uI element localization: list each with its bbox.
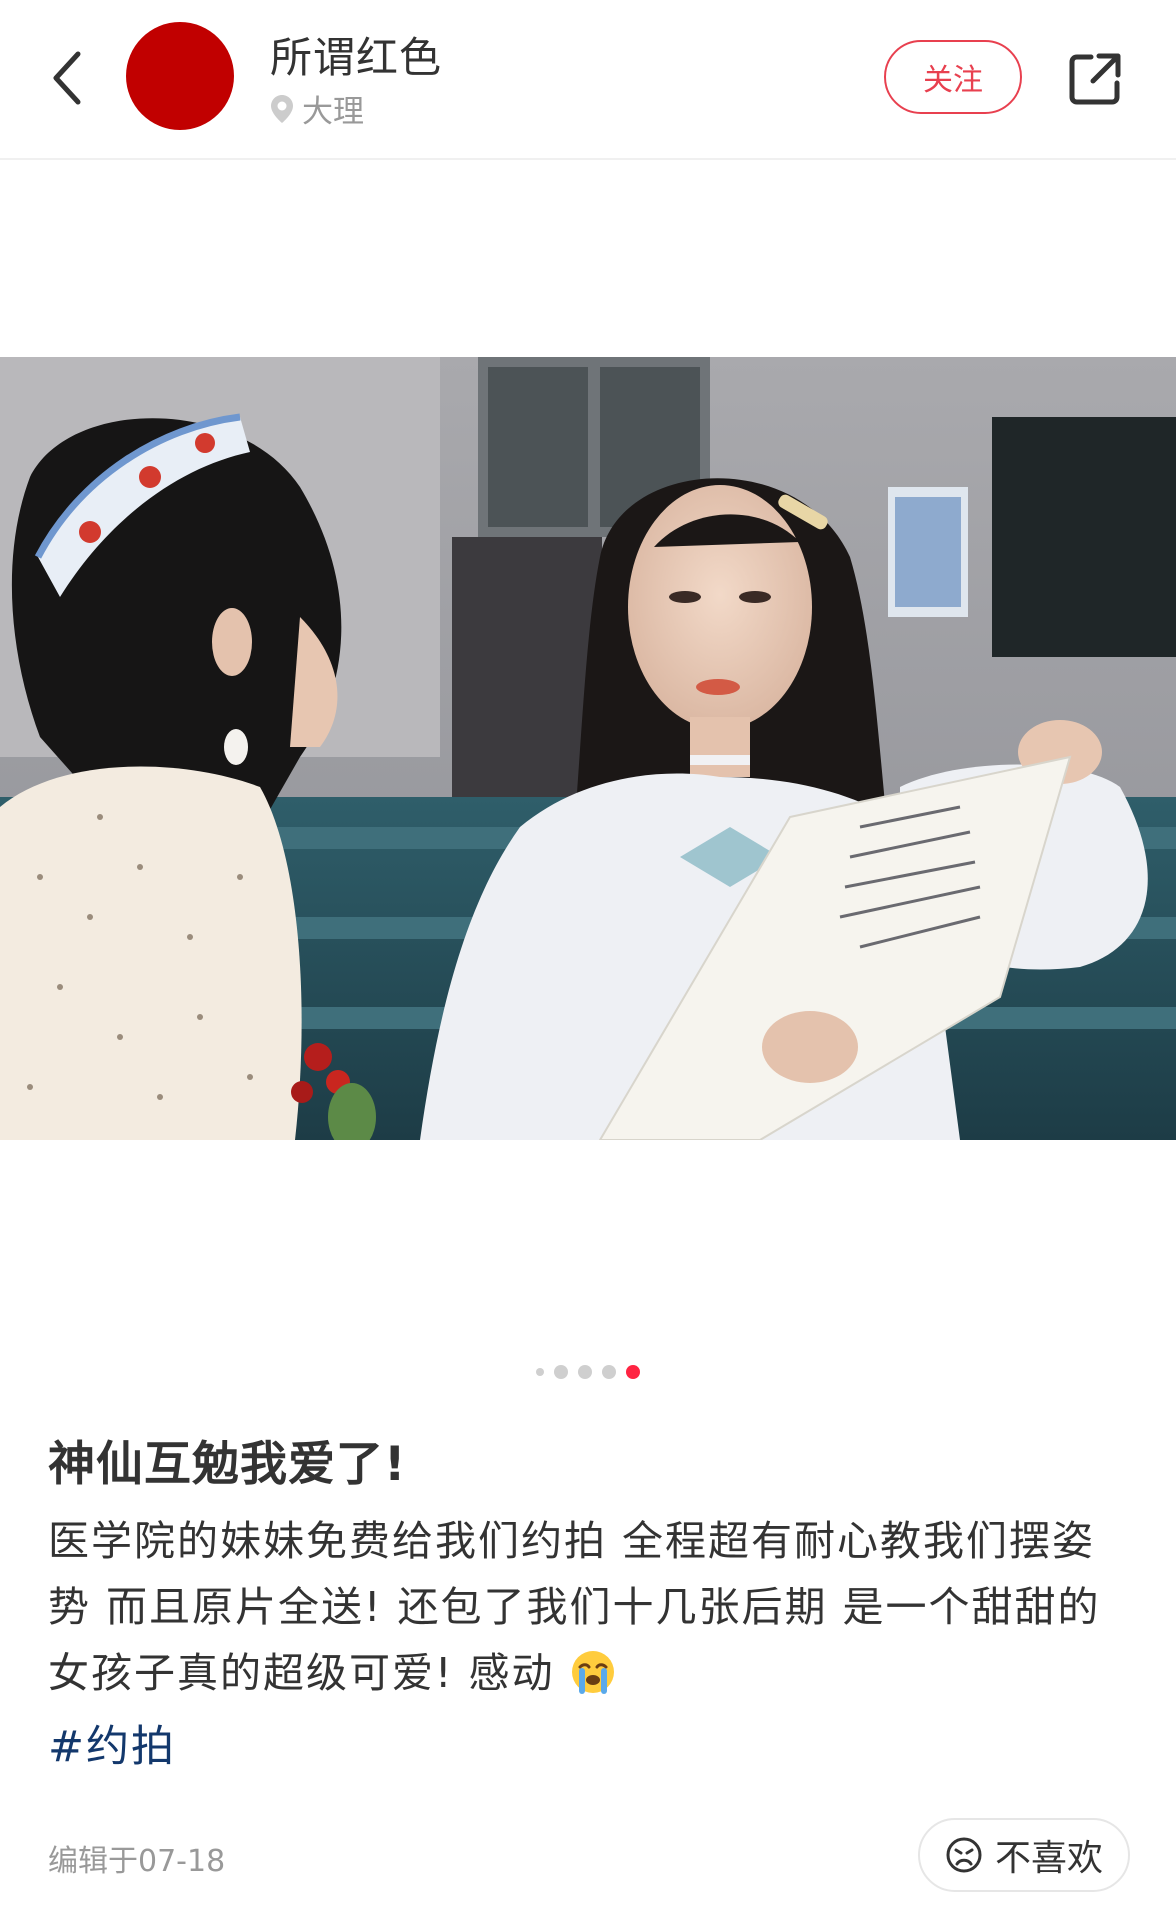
post-photo[interactable]	[0, 357, 1176, 1140]
username[interactable]: 所谓红色	[270, 24, 442, 85]
location-pin-icon	[271, 94, 293, 123]
top-bar: 所谓红色 大理 关注	[0, 0, 1176, 160]
carousel-dot	[536, 1368, 544, 1376]
share-button[interactable]	[1060, 44, 1130, 114]
carousel-indicator	[0, 1365, 1176, 1379]
post-footer: 编辑于07-18 不喜欢	[0, 1810, 1176, 1892]
edit-time: 编辑于07-18	[48, 1844, 226, 1879]
dislike-button[interactable]: 不喜欢	[918, 1818, 1130, 1892]
back-button[interactable]	[36, 40, 96, 116]
carousel-dot-active	[626, 1365, 640, 1379]
crying-emoji-icon	[571, 1651, 614, 1694]
image-carousel[interactable]	[0, 160, 1176, 1340]
hashtag-link[interactable]: #约拍	[48, 1712, 176, 1774]
chevron-left-icon	[53, 51, 81, 105]
location-text: 大理	[302, 94, 364, 130]
post-title: 神仙互勉我爱了!	[48, 1437, 407, 1492]
follow-button[interactable]: 关注	[884, 40, 1022, 114]
post-body: 医学院的妹妹免费给我们约拍 全程超有耐心教我们摆姿势 而且原片全送! 还包了我们…	[48, 1508, 1128, 1706]
carousel-dot	[554, 1365, 568, 1379]
carousel-dot	[578, 1365, 592, 1379]
avatar[interactable]	[126, 22, 234, 130]
location: 大理	[270, 86, 364, 131]
share-icon	[1069, 53, 1121, 105]
carousel-dot	[602, 1365, 616, 1379]
dislike-label: 不喜欢	[994, 1838, 1103, 1879]
unhappy-face-icon	[946, 1837, 982, 1873]
